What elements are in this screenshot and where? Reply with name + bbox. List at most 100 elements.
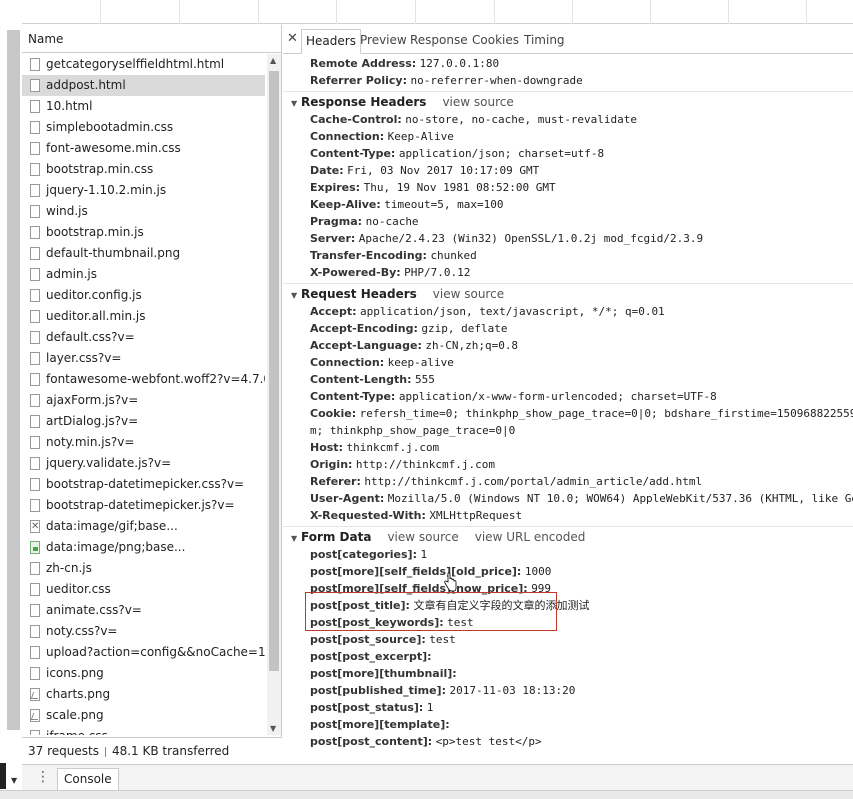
request-name: simplebootadmin.css (46, 120, 174, 134)
header-key: Accept-Encoding: (310, 322, 418, 335)
scrollbar-thumb[interactable] (269, 71, 279, 671)
request-row[interactable]: addpost.html (22, 75, 265, 96)
close-icon[interactable]: ✕ (287, 31, 298, 46)
header-key: X-Powered-By: (310, 266, 401, 279)
scroll-up-icon[interactable]: ▲ (270, 56, 276, 65)
request-row[interactable]: default-thumbnail.png (22, 243, 265, 264)
request-row[interactable]: noty.min.js?v= (22, 432, 265, 453)
general-row: Remote Address: 127.0.0.1:80 (310, 55, 499, 72)
request-row[interactable]: ueditor.all.min.js (22, 306, 265, 327)
document-icon (30, 730, 40, 735)
section-divider (283, 91, 853, 92)
request-row[interactable]: ✕ data:image/gif;base... (22, 516, 265, 537)
request-name: font-awesome.min.css (46, 141, 181, 155)
view-source-link[interactable]: view source (387, 530, 458, 544)
kebab-menu-icon[interactable]: ⋮ (36, 769, 50, 785)
request-name: getcategoryselffieldhtml.html (46, 57, 225, 71)
response-header-row: Connection: Keep-Alive (310, 128, 454, 145)
request-list-scrollbar[interactable]: ▲ ▼ (267, 54, 281, 735)
document-icon (30, 499, 40, 512)
section-response-headers[interactable]: ▼ Response Headers view source (291, 94, 514, 111)
tab-cookies[interactable]: Cookies (468, 29, 523, 54)
view-source-link[interactable]: view source (442, 95, 513, 109)
request-row[interactable]: default.css?v= (22, 327, 265, 348)
request-row[interactable]: wind.js (22, 201, 265, 222)
document-icon (30, 667, 40, 680)
collapse-triangle-icon[interactable]: ▼ (291, 95, 301, 112)
response-header-row: X-Powered-By: PHP/7.0.12 (310, 264, 470, 281)
section-divider (283, 283, 853, 284)
request-name: charts.png (46, 687, 111, 701)
form-data-row: post[post_status]: 1 (310, 699, 433, 716)
request-row[interactable]: ajaxForm.js?v= (22, 390, 265, 411)
request-row[interactable]: icons.png (22, 663, 265, 684)
request-row[interactable]: ueditor.config.js (22, 285, 265, 306)
header-key: Referrer Policy: (310, 74, 407, 87)
document-icon (30, 142, 40, 155)
view-source-link[interactable]: view source (433, 287, 504, 301)
document-icon (30, 331, 40, 344)
header-value: 1 (426, 701, 434, 714)
request-row[interactable]: upload?action=config&&noCache=1509... (22, 642, 265, 663)
request-name: jquery-1.10.2.min.js (46, 183, 167, 197)
request-row[interactable]: 10.html (22, 96, 265, 117)
request-header-row: Content-Length: 555 (310, 371, 435, 388)
request-row[interactable]: scale.png (22, 705, 265, 726)
page-scrollbar[interactable] (7, 30, 20, 730)
section-request-headers[interactable]: ▼ Request Headers view source (291, 286, 504, 303)
request-name: icons.png (46, 666, 104, 680)
tab-preview[interactable]: Preview (356, 29, 411, 54)
column-header-name[interactable]: Name (22, 25, 281, 53)
request-row[interactable]: simplebootadmin.css (22, 117, 265, 138)
chevron-down-icon[interactable]: ▼ (11, 776, 17, 785)
request-row[interactable]: zh-cn.js (22, 558, 265, 579)
section-form-data[interactable]: ▼ Form Data view source view URL encoded (291, 529, 585, 546)
request-row[interactable]: artDialog.js?v= (22, 411, 265, 432)
collapse-triangle-icon[interactable]: ▼ (291, 287, 301, 304)
request-row[interactable]: iframe.css (22, 726, 265, 735)
request-name: artDialog.js?v= (46, 414, 139, 428)
header-value: gzip, deflate (421, 322, 508, 335)
form-data-row: post[post_source]: test (310, 631, 456, 648)
request-row[interactable]: getcategoryselffieldhtml.html (22, 54, 265, 75)
image-icon (30, 541, 40, 554)
request-row[interactable]: layer.css?v= (22, 348, 265, 369)
request-row[interactable]: charts.png (22, 684, 265, 705)
request-row[interactable]: jquery.validate.js?v= (22, 453, 265, 474)
request-header-row: Connection: keep-alive (310, 354, 454, 371)
tab-console[interactable]: Console (57, 768, 119, 790)
request-header-row: Referer: http://thinkcmf.j.com/portal/ad… (310, 473, 702, 490)
header-value: 2017-11-03 18:13:20 (449, 684, 576, 697)
view-url-encoded-link[interactable]: view URL encoded (475, 530, 586, 544)
request-row[interactable]: ueditor.css (22, 579, 265, 600)
request-row[interactable]: data:image/png;base... (22, 537, 265, 558)
tab-headers[interactable]: Headers (301, 29, 361, 54)
request-row[interactable]: bootstrap.min.css (22, 159, 265, 180)
form-data-row: post[more][self_fields][old_price]: 1000 (310, 563, 551, 580)
header-key: User-Agent: (310, 492, 385, 505)
tab-response[interactable]: Response (406, 29, 472, 54)
request-row[interactable]: jquery-1.10.2.min.js (22, 180, 265, 201)
header-value: m; thinkphp_show_page_trace=0|0 (310, 424, 516, 437)
response-header-row: Keep-Alive: timeout=5, max=100 (310, 196, 504, 213)
request-row[interactable]: bootstrap.min.js (22, 222, 265, 243)
image-icon (30, 709, 40, 722)
document-icon (30, 583, 40, 596)
scroll-down-icon[interactable]: ▼ (270, 724, 276, 733)
document-icon (30, 268, 40, 281)
image-icon (30, 688, 40, 701)
request-row[interactable]: animate.css?v= (22, 600, 265, 621)
request-row[interactable]: noty.css?v= (22, 621, 265, 642)
request-row[interactable]: font-awesome.min.css (22, 138, 265, 159)
collapse-triangle-icon[interactable]: ▼ (291, 530, 301, 547)
request-row[interactable]: bootstrap-datetimepicker.js?v= (22, 495, 265, 516)
response-header-row: Server: Apache/2.4.23 (Win32) OpenSSL/1.… (310, 230, 703, 247)
request-header-row: Content-Type: application/x-www-form-url… (310, 388, 717, 405)
request-row[interactable]: fontawesome-webfont.woff2?v=4.7.0 (22, 369, 265, 390)
request-list-panel: Name getcategoryselffieldhtml.html addpos… (22, 25, 282, 763)
request-row[interactable]: admin.js (22, 264, 265, 285)
request-row[interactable]: bootstrap-datetimepicker.css?v= (22, 474, 265, 495)
request-name: default.css?v= (46, 330, 135, 344)
tab-timing[interactable]: Timing (520, 29, 569, 54)
request-name: jquery.validate.js?v= (46, 456, 172, 470)
